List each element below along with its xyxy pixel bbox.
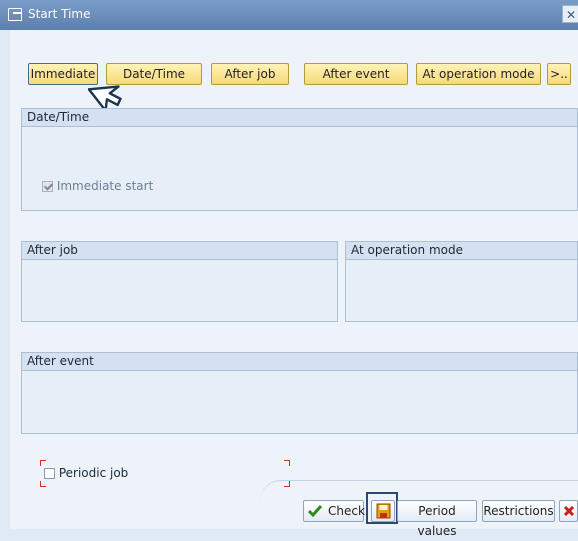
after-job-group-title: After job bbox=[22, 242, 337, 260]
window-icon bbox=[8, 8, 22, 21]
more-button[interactable]: >.. bbox=[547, 63, 571, 85]
periodic-job-checkbox[interactable]: Periodic job bbox=[44, 466, 128, 480]
save-icon bbox=[376, 503, 391, 519]
save-button[interactable] bbox=[371, 500, 395, 522]
close-icon[interactable]: ✕ bbox=[562, 5, 578, 23]
focus-bracket-bottom-left bbox=[40, 481, 46, 487]
at-operation-mode-group: At operation mode bbox=[345, 241, 578, 322]
after-job-button[interactable]: After job bbox=[211, 63, 289, 85]
at-operation-mode-button[interactable]: At operation mode bbox=[416, 63, 541, 85]
after-job-group: After job bbox=[21, 241, 338, 322]
periodic-job-check bbox=[44, 468, 55, 479]
immediate-start-checkbox[interactable]: Immediate start bbox=[42, 179, 153, 193]
checkmark-icon bbox=[308, 505, 322, 518]
immediate-start-label: Immediate start bbox=[56, 179, 154, 193]
restrictions-button[interactable]: Restrictions bbox=[482, 500, 555, 522]
periodic-job-label: Periodic job bbox=[58, 466, 129, 480]
date-time-group: Date/Time Immediate start bbox=[21, 108, 578, 211]
at-operation-mode-group-title: At operation mode bbox=[346, 242, 577, 260]
after-event-button[interactable]: After event bbox=[304, 63, 408, 85]
period-values-button[interactable]: Period values bbox=[397, 500, 477, 538]
focus-bracket-top-right bbox=[284, 460, 290, 466]
after-event-group: After event bbox=[21, 352, 578, 434]
cancel-icon bbox=[563, 505, 575, 517]
after-event-group-title: After event bbox=[22, 353, 577, 371]
footer-divider bbox=[260, 480, 578, 501]
check-button[interactable]: Check bbox=[303, 500, 365, 522]
cancel-button[interactable] bbox=[559, 500, 578, 522]
window-title: Start Time bbox=[28, 7, 91, 21]
date-time-group-title: Date/Time bbox=[22, 109, 577, 127]
immediate-start-check bbox=[42, 181, 53, 192]
window-titlebar: Start Time ✕ bbox=[0, 0, 578, 30]
check-button-label: Check bbox=[328, 504, 365, 518]
